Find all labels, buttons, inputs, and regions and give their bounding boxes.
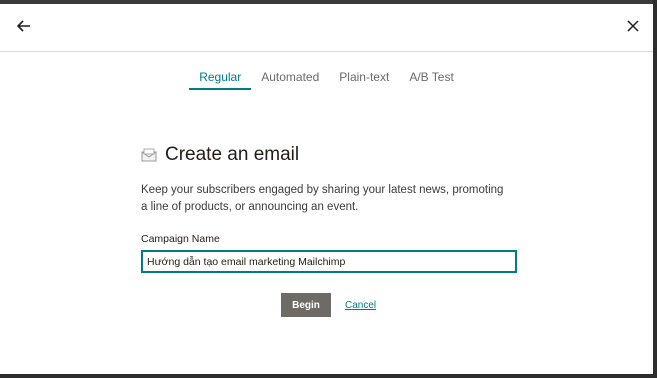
close-button[interactable] xyxy=(619,16,647,40)
description-text: Keep your subscribers engaged by sharing… xyxy=(141,184,504,213)
campaign-type-tabs: Regular Automated Plain-text A/B Test xyxy=(0,70,653,90)
window-edge-right xyxy=(653,0,657,378)
begin-button[interactable]: Begin xyxy=(281,293,331,317)
tab-ab-test[interactable]: A/B Test xyxy=(399,70,463,90)
window-edge-bottom xyxy=(0,374,657,378)
title-row: Create an email xyxy=(141,144,521,166)
cancel-link[interactable]: Cancel xyxy=(345,300,376,311)
page-title: Create an email xyxy=(165,144,300,165)
create-email-modal: Regular Automated Plain-text A/B Test Cr… xyxy=(0,4,653,374)
tab-plain-text[interactable]: Plain-text xyxy=(329,70,399,90)
modal-header xyxy=(0,4,653,52)
back-button[interactable] xyxy=(10,16,38,40)
arrow-left-icon xyxy=(16,19,31,37)
form-actions: Begin Cancel xyxy=(281,293,376,317)
create-email-form: Create an email Keep your subscribers en… xyxy=(141,144,521,273)
campaign-name-label: Campaign Name xyxy=(141,233,220,245)
campaign-name-input[interactable] xyxy=(141,250,517,273)
tab-regular[interactable]: Regular xyxy=(189,70,252,90)
close-icon xyxy=(627,19,639,37)
tab-automated[interactable]: Automated xyxy=(251,70,329,90)
envelope-icon xyxy=(141,147,157,163)
